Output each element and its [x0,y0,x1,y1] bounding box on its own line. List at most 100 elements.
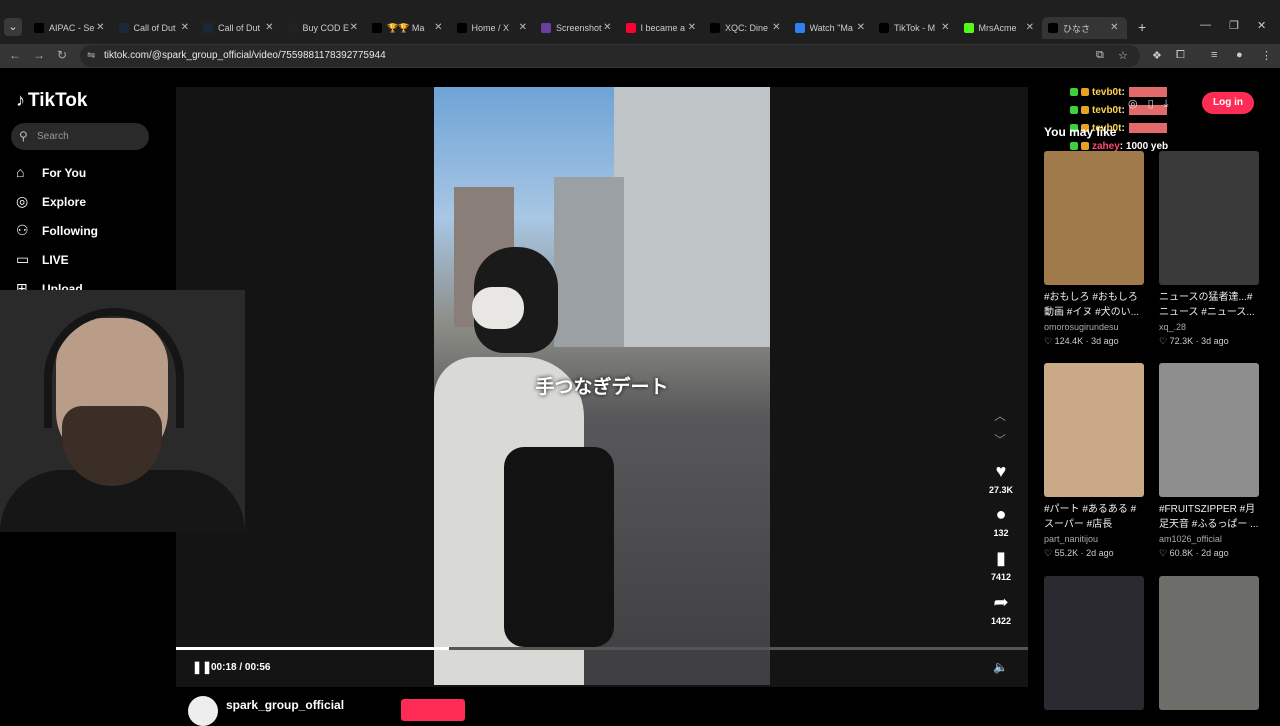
tab-close-icon[interactable]: ✕ [941,22,949,33]
browser-tab[interactable]: Screenshot ✕ [535,17,620,39]
progress-fill [176,647,450,650]
card-likes: 124.4K [1054,336,1084,346]
install-icon[interactable]: ⧉ [1096,49,1104,62]
card-author[interactable]: part_nanitijou [1044,534,1144,544]
puzzle-icon[interactable]: ⧠ [1176,49,1185,62]
browser-tab[interactable]: ひなさ ✕ [1042,17,1127,39]
tab-close-icon[interactable]: ✕ [1110,22,1118,33]
like-count: 27.3K [988,485,1014,495]
nav-explore[interactable]: ◎ Explore [16,193,86,211]
login-button[interactable]: Log in [1202,92,1254,114]
steam-logo-icon [118,23,129,33]
username[interactable]: spark_group_official [226,698,344,712]
nav-following[interactable]: ⚇ Following [16,222,98,240]
tab-close-icon[interactable]: ✕ [857,22,865,33]
recommended-video-card[interactable] [1159,576,1259,710]
card-title[interactable]: #FRUITSZIPPER #月足天音 #ふるっぱー ... [1159,502,1259,532]
browser-tab[interactable]: XQC: Dine ✕ [704,17,789,39]
extension-icon[interactable]: ❖ [1152,49,1162,62]
forward-icon[interactable]: → [33,48,45,62]
profile-icon[interactable]: ● [1236,49,1243,61]
tab-close-icon[interactable]: ✕ [96,22,104,33]
tab-close-icon[interactable]: ✕ [1026,22,1034,33]
pen-logo-icon [541,23,551,33]
browser-tab[interactable]: Home / X ✕ [451,17,536,39]
chevron-up-icon[interactable]: ︿ [994,407,1006,424]
like-button[interactable]: ♥ 27.3K [982,461,1020,495]
browser-tab[interactable]: MrsAcme ✕ [958,17,1043,39]
chevron-down-icon[interactable]: ﹀ [994,431,1006,448]
address-bar[interactable]: ⇋ tiktok.com/@spark_group_official/video… [80,45,1140,67]
card-age: 2d ago [1086,548,1114,558]
video-frame[interactable]: 手つなぎデート [434,87,770,685]
tab-close-icon[interactable]: ✕ [688,22,696,33]
recommended-video-card[interactable] [1044,576,1144,710]
globe-logo-icon [794,23,805,33]
bookmark-button[interactable]: ▮ 7412 [982,548,1020,582]
new-tab-button[interactable]: + [1138,19,1146,35]
browser-tab[interactable]: Buy COD E ✕ [282,17,367,39]
browser-tab[interactable]: AIPAC - Se ✕ [28,17,113,39]
tab-search-button[interactable]: ⌄ [4,18,22,36]
tab-close-icon[interactable]: ✕ [265,22,273,33]
share-button[interactable]: ➦ 1422 [982,592,1020,626]
download-icon[interactable]: ⤓ [1164,98,1169,110]
volume-icon[interactable]: 🔈 [993,660,1008,674]
video-thumbnail[interactable] [1044,576,1144,710]
media-icon[interactable]: ≡ [1211,49,1217,61]
tab-close-icon[interactable]: ✕ [181,22,189,33]
browser-tab[interactable]: Call of Dut ✕ [197,17,282,39]
video-thumbnail[interactable] [1044,151,1144,285]
recommended-video-card[interactable]: ニュースの猛者達...#ニュース #ニュース... xq_.28 ♡ 72.3K ·… [1159,151,1259,347]
x-logo-icon [456,23,467,33]
tab-close-icon[interactable]: ✕ [772,22,780,33]
avatar[interactable] [188,696,218,726]
video-thumbnail[interactable] [1159,151,1259,285]
video-thumbnail[interactable] [1159,363,1259,497]
tiktok-logo[interactable]: ♪ TikTok [16,90,87,112]
nav-live[interactable]: ▭ LIVE [16,251,69,269]
browser-tab[interactable]: Watch "Ma ✕ [789,17,874,39]
device-icon[interactable]: ▯ [1148,98,1154,110]
recommended-video-card[interactable]: #FRUITSZIPPER #月足天音 #ふるっぱー ... am1026_off… [1159,363,1259,559]
restore-icon[interactable]: ❐ [1229,19,1239,32]
nav-for-you[interactable]: ⌂ For You [16,164,86,182]
card-author[interactable]: am1026_official [1159,534,1259,544]
follow-button[interactable] [401,699,465,721]
comment-button[interactable]: ● 132 [982,504,1020,538]
recommended-video-card[interactable]: #パート #あるある #スーパー #店長 part_nanitijou ♡ 55.2… [1044,363,1144,559]
browser-tab[interactable]: I became a ✕ [620,17,705,39]
search-input[interactable]: ⚲ Search [11,123,149,150]
menu-icon[interactable]: ⋮ [1261,49,1272,62]
video-thumbnail[interactable] [1044,363,1144,497]
card-title[interactable]: #パート #あるある #スーパー #店長 [1044,502,1144,532]
minimize-icon[interactable]: — [1200,19,1211,31]
reload-icon[interactable]: ↻ [57,48,67,62]
close-window-icon[interactable]: ✕ [1257,19,1266,32]
tab-close-icon[interactable]: ✕ [603,22,611,33]
browser-tab-bar: ⌄ AIPAC - Se ✕ Call of Dut ✕ Call of Dut ✕ Buy… [0,0,1280,44]
video-thumbnail[interactable] [1159,576,1259,710]
bookmark-star-icon[interactable]: ☆ [1118,49,1128,62]
browser-tab[interactable]: Call of Dut ✕ [113,17,198,39]
compass-icon: ◎ [16,193,29,209]
card-title[interactable]: ニュースの猛者達...#ニュース #ニュース... [1159,290,1259,320]
browser-tab[interactable]: TikTok - M ✕ [873,17,958,39]
video-player[interactable]: 手つなぎデート ︿ ﹀ ♥ 27.3K ● 132 ▮ 7412 ➦ 1422 ❚❚ 0… [176,87,1168,687]
tab-close-icon[interactable]: ✕ [350,22,358,33]
card-title[interactable]: #おもしろ #おもしろ動画 #イヌ #犬のい... [1044,290,1144,320]
card-author[interactable]: omorosugirundesu [1044,322,1144,332]
back-icon[interactable]: ← [9,48,21,62]
pause-icon[interactable]: ❚❚ [192,660,212,674]
recommended-video-card[interactable]: #おもしろ #おもしろ動画 #イヌ #犬のい... omorosugirundes… [1044,151,1144,347]
tiktok-note-icon: ♪ [16,90,25,110]
tab-close-icon[interactable]: ✕ [434,22,442,33]
kick-logo-icon [963,23,974,33]
site-info-icon[interactable]: ⇋ [87,50,95,61]
card-author[interactable]: xq_.28 [1159,322,1259,332]
tab-close-icon[interactable]: ✕ [519,22,527,33]
browser-tab[interactable]: 🏆🏆 Ma ✕ [366,17,451,39]
progress-bar[interactable] [176,647,1028,650]
url-text[interactable]: tiktok.com/@spark_group_official/video/7… [104,50,386,61]
compass-icon[interactable]: ◎ [1128,98,1138,110]
